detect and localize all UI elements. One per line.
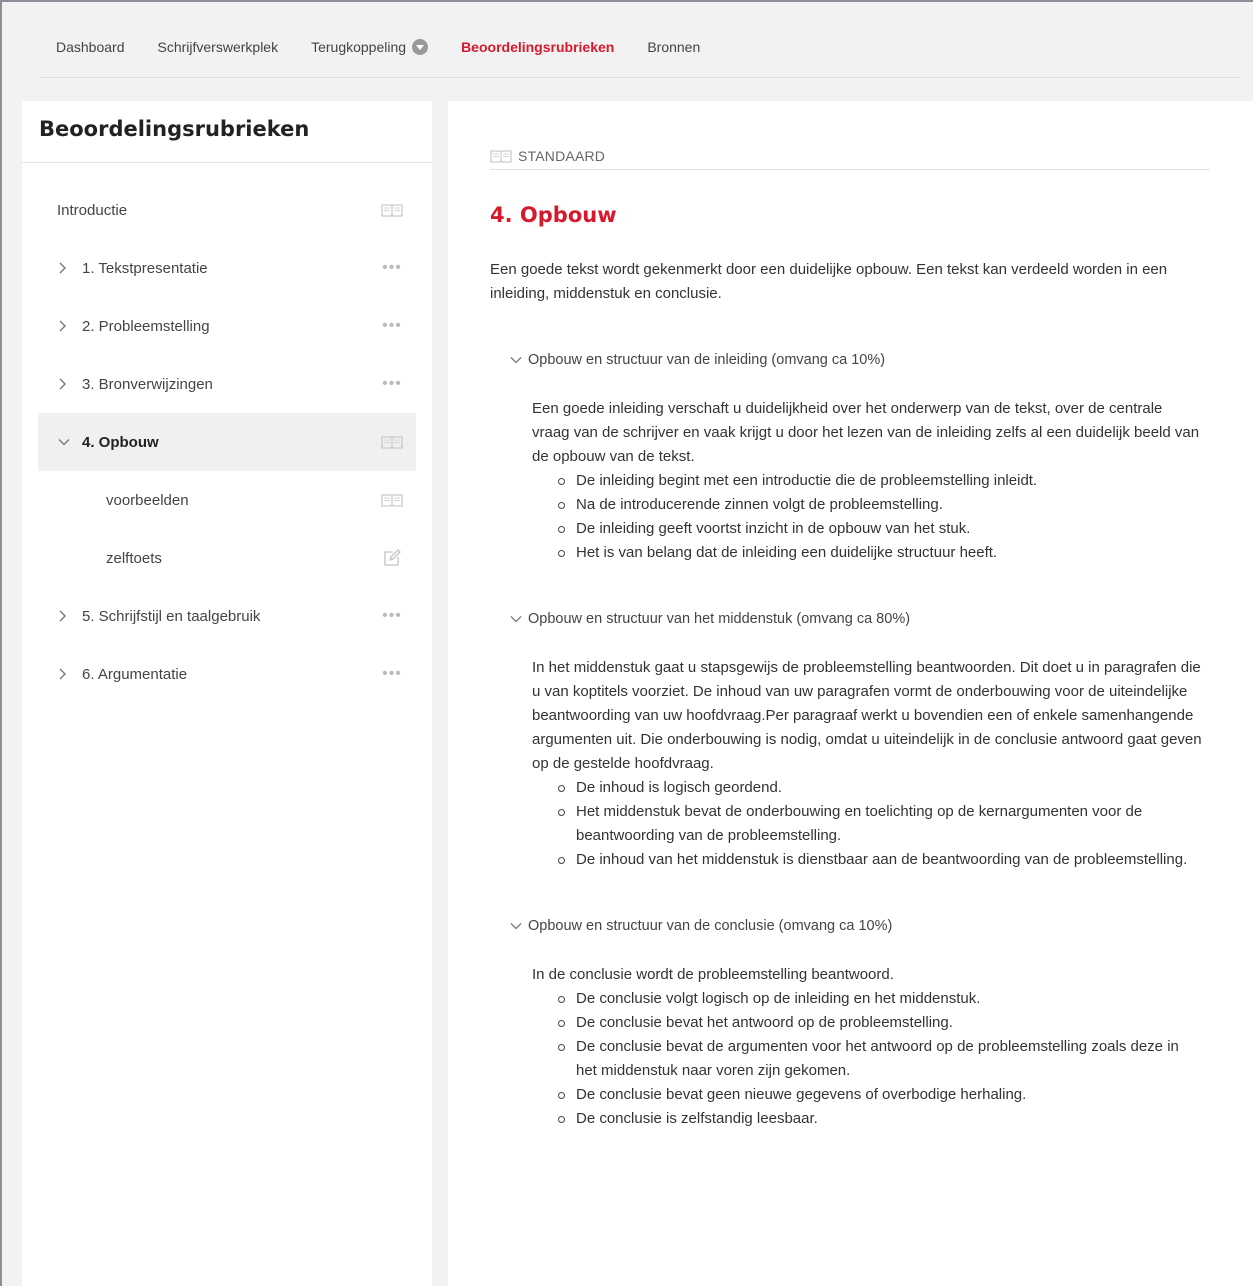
sidebar: Beoordelingsrubrieken Introductie 1. Tek… [22, 101, 432, 1286]
more-dots-icon[interactable]: ••• [380, 376, 404, 392]
chevron-right-icon[interactable] [38, 668, 82, 680]
book-icon [490, 150, 512, 163]
sidebar-item-label: 3. Bronverwijzingen [82, 375, 213, 393]
section-body: In de conclusie wordt de probleemstellin… [532, 963, 1202, 1131]
book-icon [380, 492, 404, 508]
section-toggle[interactable]: Opbouw en structuur van het middenstuk (… [510, 611, 1253, 627]
list-item: De conclusie volgt logisch op de inleidi… [556, 987, 1202, 1011]
book-icon [380, 434, 404, 450]
sidebar-item-opbouw[interactable]: 4. Opbouw [38, 413, 416, 471]
sidebar-item-tekstpresentatie[interactable]: 1. Tekstpresentatie ••• [38, 239, 416, 297]
list-item: Het middenstuk bevat de onderbouwing en … [556, 800, 1202, 848]
bullet-list: De inleiding begint met een introductie … [556, 469, 1202, 565]
book-icon [380, 202, 404, 218]
section-toggle[interactable]: Opbouw en structuur van de inleiding (om… [510, 352, 1253, 368]
sidebar-item-schrijfstijl[interactable]: 5. Schrijfstijl en taalgebruik ••• [38, 587, 416, 645]
sidebar-item-label: 5. Schrijfstijl en taalgebruik [82, 607, 261, 625]
section-heading: Opbouw en structuur van het middenstuk (… [528, 611, 911, 627]
nav-label: Schrijfverswerkplek [157, 39, 279, 55]
nav-schrijfverswerkplek[interactable]: Schrijfverswerkplek [158, 30, 279, 55]
section-conclusie: Opbouw en structuur van de conclusie (om… [490, 918, 1253, 1131]
section-text: In de conclusie wordt de probleemstellin… [532, 966, 894, 983]
sidebar-item-label: voorbeelden [106, 491, 189, 509]
list-item: De inleiding begint met een introductie … [556, 469, 1202, 493]
sidebar-item-label: 4. Opbouw [82, 433, 159, 451]
chevron-down-icon[interactable] [38, 438, 82, 446]
nav-label: Dashboard [56, 39, 125, 55]
sidebar-item-label: 2. Probleemstelling [82, 317, 210, 335]
list-item: De inhoud van het middenstuk is dienstba… [556, 848, 1202, 872]
section-text: In het middenstuk gaat u stapsgewijs de … [532, 659, 1202, 772]
intro-text: Een goede tekst wordt gekenmerkt door ee… [490, 261, 1168, 302]
sidebar-item-bronverwijzingen[interactable]: 3. Bronverwijzingen ••• [38, 355, 416, 413]
standard-label: STANDAARD [518, 148, 606, 164]
section-toggle[interactable]: Opbouw en structuur van de conclusie (om… [510, 918, 1253, 934]
sidebar-item-probleemstelling[interactable]: 2. Probleemstelling ••• [38, 297, 416, 355]
bullet-list: De conclusie volgt logisch op de inleidi… [556, 987, 1202, 1131]
nav-label: Terugkoppeling [311, 39, 407, 55]
sidebar-item-introductie[interactable]: Introductie [38, 181, 416, 239]
nav-dashboard[interactable]: Dashboard [56, 30, 125, 55]
list-item: De inleiding geeft voortst inzicht in de… [556, 517, 1202, 541]
sidebar-title: Beoordelingsrubrieken [22, 101, 432, 163]
page-title: 4. Opbouw [490, 203, 617, 227]
section-body: In het middenstuk gaat u stapsgewijs de … [532, 656, 1202, 872]
sidebar-menu: Introductie 1. Tekstpresentatie ••• 2. P… [22, 163, 432, 703]
sidebar-item-voorbeelden[interactable]: voorbeelden [38, 471, 416, 529]
list-item: De conclusie is zelfstandig leesbaar. [556, 1107, 1202, 1131]
standard-header: STANDAARD [490, 143, 1210, 170]
section-text: Een goede inleiding verschaft u duidelij… [532, 400, 1200, 465]
chevron-down-icon [510, 923, 522, 930]
nav-bronnen[interactable]: Bronnen [647, 30, 700, 55]
more-dots-icon[interactable]: ••• [380, 318, 404, 334]
nav-label: Bronnen [647, 39, 701, 55]
section-body: Een goede inleiding verschaft u duidelij… [532, 397, 1202, 565]
section-middenstuk: Opbouw en structuur van het middenstuk (… [490, 611, 1253, 872]
chevron-right-icon[interactable] [38, 378, 82, 390]
bullet-list: De inhoud is logisch geordend. Het midde… [556, 776, 1202, 872]
sidebar-item-argumentatie[interactable]: 6. Argumentatie ••• [38, 645, 416, 703]
chevron-right-icon[interactable] [38, 610, 82, 622]
section-heading: Opbouw en structuur van de inleiding (om… [528, 352, 886, 368]
list-item: De conclusie bevat geen nieuwe gegevens … [556, 1083, 1202, 1107]
chevron-down-icon [510, 616, 522, 623]
list-item: De conclusie bevat het antwoord op de pr… [556, 1011, 1202, 1035]
sidebar-item-label: Introductie [57, 201, 128, 219]
list-item: De inhoud is logisch geordend. [556, 776, 1202, 800]
sidebar-item-label: 6. Argumentatie [82, 665, 188, 683]
edit-icon [380, 549, 404, 566]
chevron-down-icon [510, 357, 522, 364]
nav-beoordelingsrubrieken[interactable]: Beoordelingsrubrieken [461, 30, 614, 55]
more-dots-icon[interactable]: ••• [380, 666, 404, 682]
chevron-right-icon[interactable] [38, 320, 82, 332]
list-item: De conclusie bevat de argumenten voor he… [556, 1035, 1202, 1083]
list-item: Het is van belang dat de inleiding een d… [556, 541, 1202, 565]
more-dots-icon[interactable]: ••• [380, 260, 404, 276]
nav-label: Beoordelingsrubrieken [461, 39, 615, 55]
more-dots-icon[interactable]: ••• [380, 608, 404, 624]
sidebar-item-zelftoets[interactable]: zelftoets [38, 529, 416, 587]
top-navigation: Dashboard Schrijfverswerkplek Terugkoppe… [40, 30, 1240, 78]
sidebar-item-label: zelftoets [106, 549, 162, 567]
nav-terugkoppeling[interactable]: Terugkoppeling [311, 30, 429, 55]
list-item: Na de introducerende zinnen volgt de pro… [556, 493, 1202, 517]
section-inleiding: Opbouw en structuur van de inleiding (om… [490, 352, 1253, 565]
main-content: STANDAARD 4. Opbouw Een goede tekst word… [448, 101, 1253, 1286]
section-heading: Opbouw en structuur van de conclusie (om… [528, 918, 893, 934]
chevron-right-icon[interactable] [38, 262, 82, 274]
dropdown-caret-icon[interactable] [412, 39, 429, 55]
sidebar-item-label: 1. Tekstpresentatie [82, 259, 208, 277]
